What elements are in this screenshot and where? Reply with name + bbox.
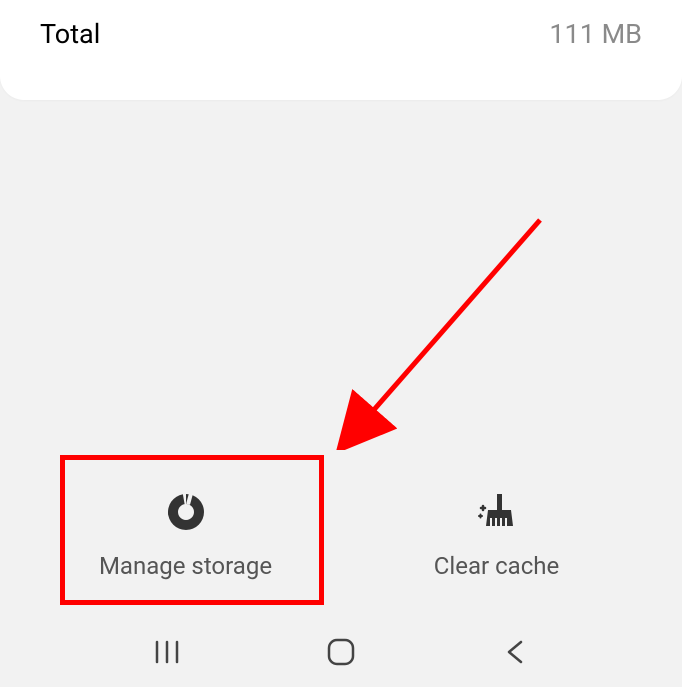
back-icon [503,638,527,666]
broom-icon [473,488,521,536]
home-icon [326,637,356,667]
donut-chart-icon [162,488,210,536]
actions-container: Manage storage Clear cache [0,466,682,602]
back-button[interactable] [485,632,545,672]
annotation-arrow [330,210,560,450]
recents-icon [153,638,181,666]
clear-cache-label: Clear cache [434,552,559,580]
clear-cache-button[interactable]: Clear cache [367,466,627,602]
manage-storage-label: Manage storage [99,552,272,580]
total-row: Total 111 MB [40,18,642,50]
total-value: 111 MB [549,18,642,50]
navigation-bar [0,617,682,687]
manage-storage-button[interactable]: Manage storage [56,466,316,602]
total-label: Total [40,18,100,50]
home-button[interactable] [311,632,371,672]
recents-button[interactable] [137,632,197,672]
storage-summary-card: Total 111 MB [0,0,682,100]
